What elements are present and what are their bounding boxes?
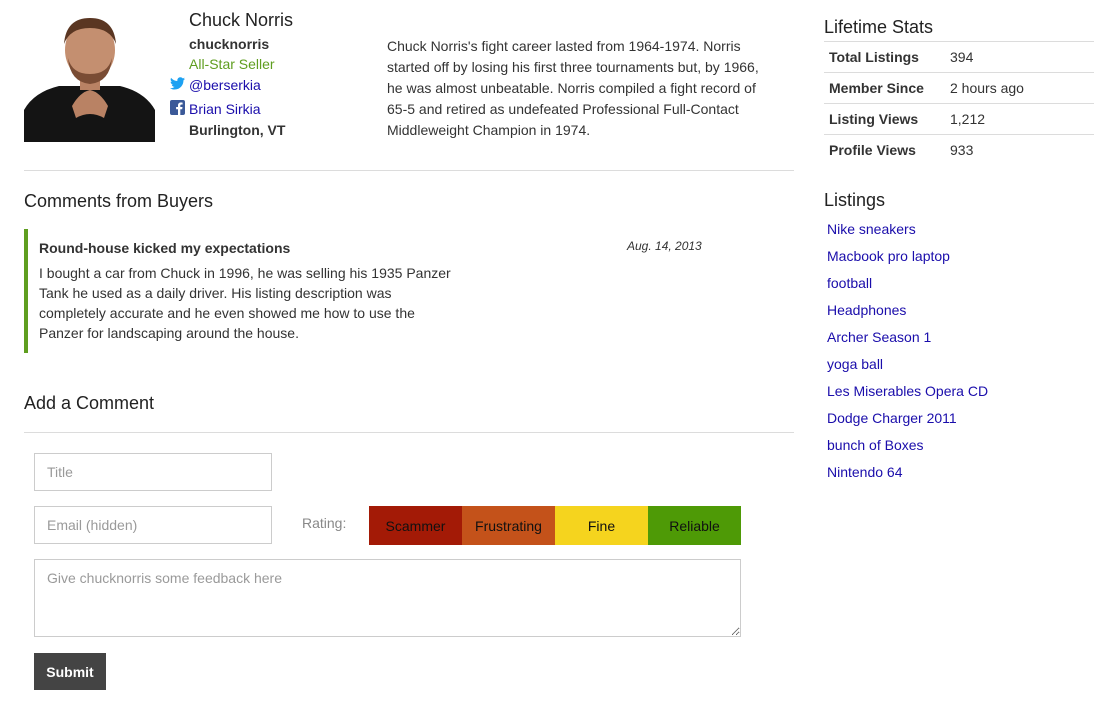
listings-list: Nike sneakers Macbook pro laptop footbal… xyxy=(827,219,988,489)
list-item: Macbook pro laptop xyxy=(827,246,988,273)
stat-value: 1,212 xyxy=(950,111,986,127)
listing-link[interactable]: Headphones xyxy=(827,302,906,318)
list-item: yoga ball xyxy=(827,354,988,381)
list-item: bunch of Boxes xyxy=(827,435,988,462)
comment-title: Round-house kicked my expectations xyxy=(39,240,291,256)
comment-date: Aug. 14, 2013 xyxy=(627,239,702,253)
listing-link[interactable]: Nike sneakers xyxy=(827,221,916,237)
list-item: football xyxy=(827,273,988,300)
listing-link[interactable]: Dodge Charger 2011 xyxy=(827,410,957,426)
list-item: Les Miserables Opera CD xyxy=(827,381,988,408)
rating-reliable-button[interactable]: Reliable xyxy=(648,506,741,545)
profile-photo-image xyxy=(24,10,155,142)
profile-location: Burlington, VT xyxy=(189,122,286,138)
stat-label: Member Since xyxy=(829,80,924,96)
seller-badge: All-Star Seller xyxy=(189,56,275,72)
twitter-row: @berserkia xyxy=(170,77,261,93)
listing-link[interactable]: Archer Season 1 xyxy=(827,329,931,345)
list-item: Archer Season 1 xyxy=(827,327,988,354)
rating-selector: Scammer Frustrating Fine Reliable xyxy=(369,506,741,545)
comments-heading: Comments from Buyers xyxy=(24,191,214,211)
listing-link[interactable]: football xyxy=(827,275,872,291)
profile-username: chucknorris xyxy=(189,36,270,52)
stats-table: Total Listings 394 Member Since 2 hours … xyxy=(824,41,1094,166)
comment-item: Round-house kicked my expectations Aug. … xyxy=(24,229,724,353)
rating-frustrating-button[interactable]: Frustrating xyxy=(462,506,555,545)
list-item: Nike sneakers xyxy=(827,219,988,246)
listings-heading: Listings xyxy=(824,190,886,210)
stats-row: Profile Views 933 xyxy=(824,134,1094,166)
stat-label: Total Listings xyxy=(829,49,919,65)
facebook-link[interactable]: Brian Sirkia xyxy=(189,101,261,117)
twitter-icon xyxy=(170,77,185,93)
profile-name: Chuck Norris xyxy=(189,10,294,30)
email-input[interactable] xyxy=(34,506,272,544)
profile-divider xyxy=(24,170,794,171)
rating-scammer-button[interactable]: Scammer xyxy=(369,506,462,545)
comment-body: I bought a car from Chuck in 1996, he wa… xyxy=(39,265,451,341)
listing-link[interactable]: Macbook pro laptop xyxy=(827,248,950,264)
form-divider xyxy=(24,432,794,433)
stat-value: 933 xyxy=(950,142,974,159)
stats-row: Member Since 2 hours ago xyxy=(824,72,1094,104)
list-item: Headphones xyxy=(827,300,988,327)
facebook-icon xyxy=(170,100,185,118)
stats-heading: Lifetime Stats xyxy=(824,17,934,37)
submit-button[interactable]: Submit xyxy=(34,653,106,690)
stat-label: Listing Views xyxy=(829,111,919,127)
stat-value: 394 xyxy=(950,49,974,65)
rating-label: Rating: xyxy=(302,515,347,531)
stat-label: Profile Views xyxy=(829,142,916,159)
list-item: Dodge Charger 2011 xyxy=(827,408,988,435)
listing-link[interactable]: yoga ball xyxy=(827,356,883,372)
listing-link[interactable]: bunch of Boxes xyxy=(827,437,924,453)
profile-bio: Chuck Norris's fight career lasted from … xyxy=(387,38,759,138)
twitter-link[interactable]: @berserkia xyxy=(189,77,261,93)
listing-link[interactable]: Les Miserables Opera CD xyxy=(827,383,988,399)
stat-value: 2 hours ago xyxy=(950,80,1024,96)
feedback-textarea[interactable] xyxy=(34,559,741,637)
stats-row: Total Listings 394 xyxy=(824,41,1094,73)
add-comment-heading: Add a Comment xyxy=(24,393,155,413)
profile-photo xyxy=(24,10,155,142)
rating-fine-button[interactable]: Fine xyxy=(555,506,648,545)
list-item: Nintendo 64 xyxy=(827,462,988,489)
title-input[interactable] xyxy=(34,453,272,491)
facebook-row: Brian Sirkia xyxy=(170,100,261,118)
stats-row: Listing Views 1,212 xyxy=(824,103,1094,135)
listing-link[interactable]: Nintendo 64 xyxy=(827,464,903,480)
